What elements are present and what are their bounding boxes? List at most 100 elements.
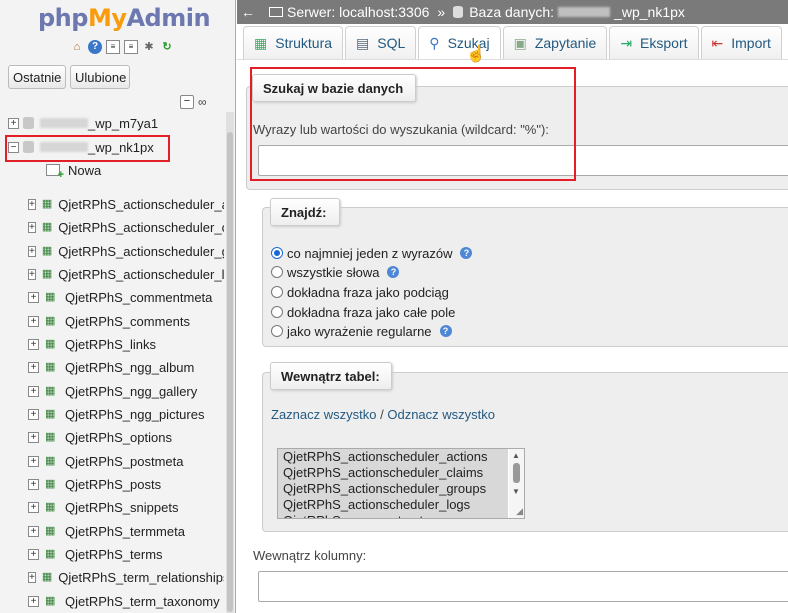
table-name[interactable]: QjetRPhS_actionscheduler_claims (58, 220, 224, 235)
nav-scrollbar-thumb[interactable] (227, 132, 233, 612)
deselect-all-link[interactable]: Odznacz wszystko (387, 407, 495, 422)
radio-button[interactable] (271, 306, 283, 318)
breadcrumb-db-label[interactable]: Baza danych: (469, 4, 554, 20)
radio-label[interactable]: dokładna fraza jako podciąg (287, 285, 449, 300)
phpmyadmin-logo[interactable]: phpMyAdmin (38, 4, 211, 32)
table-name[interactable]: QjetRPhS_terms (65, 547, 163, 562)
table-name[interactable]: QjetRPhS_links (65, 337, 156, 352)
gear-icon[interactable]: ✱ (142, 40, 156, 54)
table-icon[interactable]: ▦ (42, 268, 52, 280)
new-table-label[interactable]: Nowa (68, 163, 101, 178)
radio-option-whole-field[interactable]: dokładna fraza jako całe pole (271, 303, 455, 321)
recent-tab-button[interactable]: Ostatnie (8, 65, 66, 89)
radio-label[interactable]: wszystkie słowa (287, 265, 379, 280)
table-icon[interactable]: ▦ (45, 408, 59, 420)
table-name[interactable]: QjetRPhS_ngg_pictures (65, 407, 204, 422)
radio-option-regex[interactable]: jako wyrażenie regularne ? (271, 322, 452, 340)
expand-icon[interactable]: + (28, 548, 39, 560)
reload-icon[interactable]: ↻ (160, 40, 174, 54)
table-name[interactable]: QjetRPhS_term_relationships (58, 570, 224, 585)
documentation-icon[interactable]: ≡ (106, 40, 120, 54)
expand-icon[interactable]: + (28, 595, 39, 607)
tree-new-table[interactable]: Nowa (0, 159, 101, 181)
tables-multiselect[interactable]: QjetRPhS_actionscheduler_actions QjetRPhS… (277, 448, 525, 519)
tree-table-row[interactable]: + ▦ QjetRPhS_actionscheduler_groups (0, 240, 224, 262)
tree-table-row[interactable]: + ▦ QjetRPhS_snippets (0, 496, 224, 518)
radio-button[interactable] (271, 325, 283, 337)
expand-icon[interactable]: + (8, 117, 19, 129)
table-icon[interactable]: ▦ (42, 198, 52, 210)
tab-structure[interactable]: ▦ Struktura (243, 26, 344, 59)
listbox-scrollbar-thumb[interactable] (513, 463, 520, 483)
expand-icon[interactable]: + (28, 221, 36, 233)
collapse-icon[interactable]: − (8, 141, 19, 153)
table-icon[interactable]: ▦ (45, 315, 59, 327)
tree-table-row[interactable]: + ▦ QjetRPhS_actionscheduler_claims (0, 216, 224, 238)
favorites-tab-button[interactable]: Ulubione (70, 65, 130, 89)
table-name[interactable]: QjetRPhS_snippets (65, 500, 178, 515)
list-item[interactable]: QjetRPhS_actionscheduler_groups (278, 481, 508, 497)
radio-label[interactable]: jako wyrażenie regularne (287, 324, 432, 339)
collapse-all-icon[interactable]: − (180, 95, 194, 109)
radio-option-all[interactable]: wszystkie słowa ? (271, 263, 400, 281)
table-icon[interactable]: ▦ (42, 571, 52, 583)
table-name[interactable]: QjetRPhS_actionscheduler_logs (58, 267, 224, 282)
tree-table-row[interactable]: + ▦ QjetRPhS_term_relationships (0, 566, 224, 588)
table-icon[interactable]: ▦ (45, 361, 59, 373)
table-icon[interactable]: ▦ (45, 431, 59, 443)
tree-table-row[interactable]: + ▦ QjetRPhS_posts (0, 473, 224, 495)
help-icon[interactable]: ? (460, 247, 473, 259)
expand-icon[interactable]: + (28, 455, 39, 467)
scroll-up-icon[interactable]: ▲ (512, 451, 520, 460)
tree-table-row[interactable]: + ▦ QjetRPhS_links (0, 333, 224, 355)
table-icon[interactable]: ▦ (45, 291, 59, 303)
tree-db-wp_nk1px[interactable]: − _wp_nk1px (0, 136, 154, 158)
table-icon[interactable]: ▦ (45, 385, 59, 397)
tree-table-row[interactable]: + ▦ QjetRPhS_commentmeta (0, 286, 224, 308)
expand-icon[interactable]: + (28, 245, 36, 257)
tree-table-row[interactable]: + ▦ QjetRPhS_termmeta (0, 520, 224, 542)
table-name[interactable]: QjetRPhS_actionscheduler_groups (58, 244, 224, 259)
radio-option-substring[interactable]: dokładna fraza jako podciąg (271, 283, 449, 301)
scroll-down-icon[interactable]: ▼ (512, 487, 520, 496)
list-item[interactable]: QjetRPhS_commentmeta (278, 513, 508, 518)
expand-icon[interactable]: + (28, 338, 39, 350)
table-icon[interactable]: ▦ (45, 338, 59, 350)
expand-icon[interactable]: + (28, 291, 39, 303)
radio-button[interactable] (271, 266, 283, 278)
table-name[interactable]: QjetRPhS_comments (65, 314, 190, 329)
tree-db-wp_m7ya1[interactable]: + _wp_m7ya1 (0, 112, 158, 134)
table-icon[interactable]: ▦ (42, 245, 52, 257)
column-input[interactable] (258, 571, 788, 602)
table-name[interactable]: QjetRPhS_ngg_album (65, 360, 194, 375)
list-item[interactable]: QjetRPhS_actionscheduler_actions (278, 449, 508, 465)
expand-icon[interactable]: + (28, 268, 36, 280)
resize-grip-icon[interactable]: ◢ (516, 506, 523, 517)
tree-table-row[interactable]: + ▦ QjetRPhS_comments (0, 310, 224, 332)
home-icon[interactable]: ⌂ (70, 40, 84, 54)
expand-icon[interactable]: + (28, 431, 39, 443)
expand-icon[interactable]: + (28, 478, 39, 490)
table-icon[interactable]: ▦ (42, 221, 52, 233)
table-icon[interactable]: ▦ (45, 455, 59, 467)
tab-query[interactable]: ▣ Zapytanie (502, 26, 608, 59)
select-all-link[interactable]: Zaznacz wszystko (271, 407, 376, 422)
tree-table-row[interactable]: + ▦ QjetRPhS_ngg_album (0, 356, 224, 378)
radio-option-any[interactable]: co najmniej jeden z wyrazów ? (271, 244, 473, 262)
tree-table-row[interactable]: + ▦ QjetRPhS_terms (0, 543, 224, 565)
tree-table-row[interactable]: + ▦ QjetRPhS_postmeta (0, 450, 224, 472)
table-name[interactable]: QjetRPhS_posts (65, 477, 161, 492)
expand-icon[interactable]: + (28, 315, 39, 327)
table-icon[interactable]: ▦ (45, 501, 59, 513)
tree-table-row[interactable]: + ▦ QjetRPhS_ngg_pictures (0, 403, 224, 425)
collapse-nav-icon[interactable]: ← (241, 4, 259, 20)
tab-export[interactable]: ⇥ Eksport (609, 26, 699, 59)
tree-table-row[interactable]: + ▦ QjetRPhS_options (0, 426, 224, 448)
tree-table-row[interactable]: + ▦ QjetRPhS_actionscheduler_actions (0, 193, 224, 215)
tab-sql[interactable]: ▤ SQL (345, 26, 417, 59)
help-icon[interactable]: ? (387, 266, 400, 278)
help-icon[interactable]: ? (439, 325, 452, 337)
tree-table-row[interactable]: + ▦ QjetRPhS_ngg_gallery (0, 380, 224, 402)
breadcrumb-db-name[interactable]: _wp_nk1px (614, 4, 685, 20)
radio-button[interactable] (271, 247, 283, 259)
